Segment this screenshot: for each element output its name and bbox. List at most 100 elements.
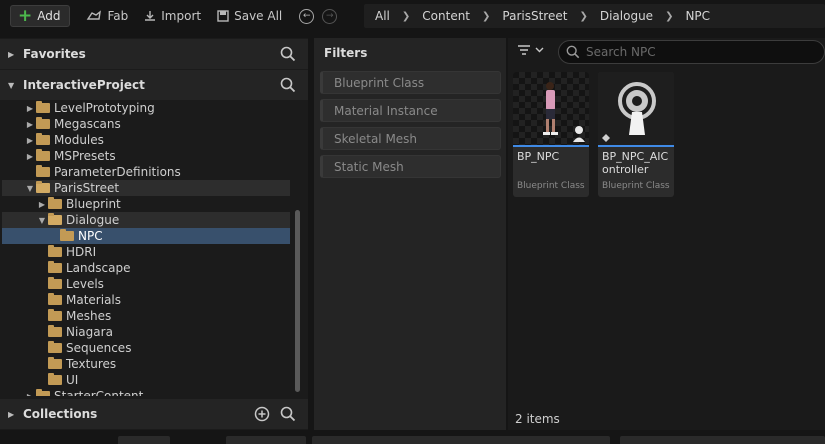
chevron-right-icon: ❯ [482, 10, 491, 22]
back-icon[interactable]: ← [299, 8, 315, 24]
breadcrumb-all[interactable]: All [375, 9, 390, 23]
tree-item-label: ParisStreet [54, 181, 120, 195]
tree-item[interactable]: Materials [2, 292, 290, 308]
filter-icon [518, 45, 530, 55]
chevron-down-icon[interactable]: ▼ [36, 216, 48, 225]
tree-item[interactable]: NPC [2, 228, 290, 244]
tree-item[interactable]: ▼ Dialogue [2, 212, 290, 228]
bottom-tab[interactable] [118, 436, 170, 444]
asset-name: BP_NPC [517, 150, 560, 163]
chevron-right-icon: ❯ [401, 10, 411, 22]
favorites-header[interactable]: ▶ Favorites [0, 39, 308, 69]
forward-icon[interactable]: → [322, 8, 338, 24]
filter-material-instance[interactable]: Material Instance [320, 99, 501, 122]
folder-icon [48, 197, 62, 209]
tree-item[interactable]: HDRI [2, 244, 290, 260]
chevron-right-icon[interactable]: ▶ [24, 120, 36, 129]
filter-dropdown-button[interactable] [517, 44, 544, 56]
chevron-right-icon[interactable]: ▶ [24, 136, 36, 145]
chevron-down-icon: ▼ [8, 80, 15, 90]
chevron-right-icon[interactable]: ▶ [24, 104, 36, 113]
favorites-label: Favorites [23, 47, 86, 61]
tree-item-label: Modules [54, 133, 104, 147]
tree-item[interactable]: ▶ Megascans [2, 116, 290, 132]
fab-icon [87, 10, 102, 20]
chevron-right-icon[interactable]: ▶ [24, 152, 36, 161]
tree-scrollbar[interactable] [295, 210, 300, 392]
tree-item[interactable]: ▶ Blueprint [2, 196, 290, 212]
save-all-label: Save All [234, 9, 283, 23]
fab-button[interactable]: Fab [86, 9, 128, 23]
filter-blueprint-class[interactable]: Blueprint Class [320, 71, 501, 94]
breadcrumb-dialogue[interactable]: Dialogue [600, 9, 653, 23]
search-icon [566, 45, 580, 59]
asset-tile-bp-npc[interactable]: BP_NPC Blueprint Class [513, 72, 589, 197]
bottom-tab[interactable] [620, 436, 825, 444]
chevron-right-icon[interactable]: ▶ [24, 392, 36, 397]
chevron-right-icon: ▶ [8, 409, 15, 419]
collections-label: Collections [23, 407, 98, 421]
filter-static-mesh[interactable]: Static Mesh [320, 155, 501, 178]
search-input[interactable]: Search NPC [558, 40, 825, 64]
chevron-down-icon [535, 47, 544, 53]
add-button[interactable]: + Add [10, 5, 71, 27]
tree-item-label: Megascans [54, 117, 121, 131]
tree-item[interactable]: Meshes [2, 308, 290, 324]
search-icon[interactable] [280, 406, 296, 422]
tree-item-label: Levels [66, 277, 104, 291]
chevron-right-icon[interactable]: ▶ [36, 200, 48, 209]
folder-icon [48, 245, 62, 257]
breadcrumb-content[interactable]: Content [422, 9, 470, 23]
tree-item-label: Textures [66, 357, 117, 371]
items-count: 2 items [515, 412, 560, 426]
chevron-down-icon[interactable]: ▼ [24, 184, 36, 193]
tree-item[interactable]: ▶ Modules [2, 132, 290, 148]
folder-icon [36, 101, 50, 113]
filter-skeletal-mesh[interactable]: Skeletal Mesh [320, 127, 501, 150]
tree-item[interactable]: ▶ MSPresets [2, 148, 290, 164]
save-icon [217, 10, 229, 22]
save-all-button[interactable]: Save All [217, 9, 282, 23]
folder-icon [36, 133, 50, 145]
search-icon[interactable] [280, 46, 296, 62]
tree-item[interactable]: UI [2, 372, 290, 388]
character-thumbnail-icon [543, 82, 585, 142]
chevron-right-icon: ▶ [8, 49, 15, 59]
tree-item[interactable]: Landscape [2, 260, 290, 276]
asset-type-bar [598, 145, 674, 147]
tree-item[interactable]: ▶ LevelPrototyping [2, 100, 290, 116]
folder-icon [36, 389, 50, 396]
fab-label: Fab [107, 9, 129, 23]
project-header[interactable]: ▼ InteractiveProject [0, 70, 308, 100]
add-collection-icon[interactable] [254, 406, 270, 422]
import-button[interactable]: Import [144, 9, 201, 23]
folder-tree: ▶ LevelPrototyping ▶ Megascans ▶ Modules ▶ MSPr… [0, 100, 292, 396]
folder-icon [60, 229, 74, 241]
bottom-bar [0, 432, 825, 444]
tree-item[interactable]: Levels [2, 276, 290, 292]
tree-item[interactable]: ▼ ParisStreet [2, 180, 290, 196]
tree-item-label: LevelPrototyping [54, 101, 155, 115]
tree-item[interactable]: ▶ StarterContent [2, 388, 290, 396]
collections-header[interactable]: ▶ Collections [0, 399, 308, 429]
tree-item[interactable]: Sequences [2, 340, 290, 356]
folder-icon [48, 261, 62, 273]
tree-item-label: NPC [78, 229, 103, 243]
search-icon[interactable] [280, 77, 296, 93]
folder-icon [48, 341, 62, 353]
tree-item-label: StarterContent [54, 389, 144, 396]
bottom-tab[interactable] [226, 436, 306, 444]
tree-item[interactable]: ParameterDefinitions [2, 164, 290, 180]
tree-item[interactable]: Textures [2, 356, 290, 372]
breadcrumb-npc[interactable]: NPC [685, 9, 710, 23]
add-label: Add [37, 9, 61, 23]
tree-item[interactable]: Niagara [2, 324, 290, 340]
breadcrumb-parisstreet[interactable]: ParisStreet [502, 9, 567, 23]
tree-item-label: ParameterDefinitions [54, 165, 181, 179]
bottom-input[interactable] [312, 436, 610, 444]
asset-tile-bp-npc-ai-controller[interactable]: BP_NPC_AIController Blueprint Class [598, 72, 674, 197]
project-label: InteractiveProject [23, 78, 145, 92]
tree-item-label: Blueprint [66, 197, 121, 211]
breadcrumb: All ❯ Content ❯ ParisStreet ❯ Dialogue ❯… [364, 4, 825, 28]
filters-panel: Filters Blueprint Class Material Instanc… [314, 38, 506, 430]
